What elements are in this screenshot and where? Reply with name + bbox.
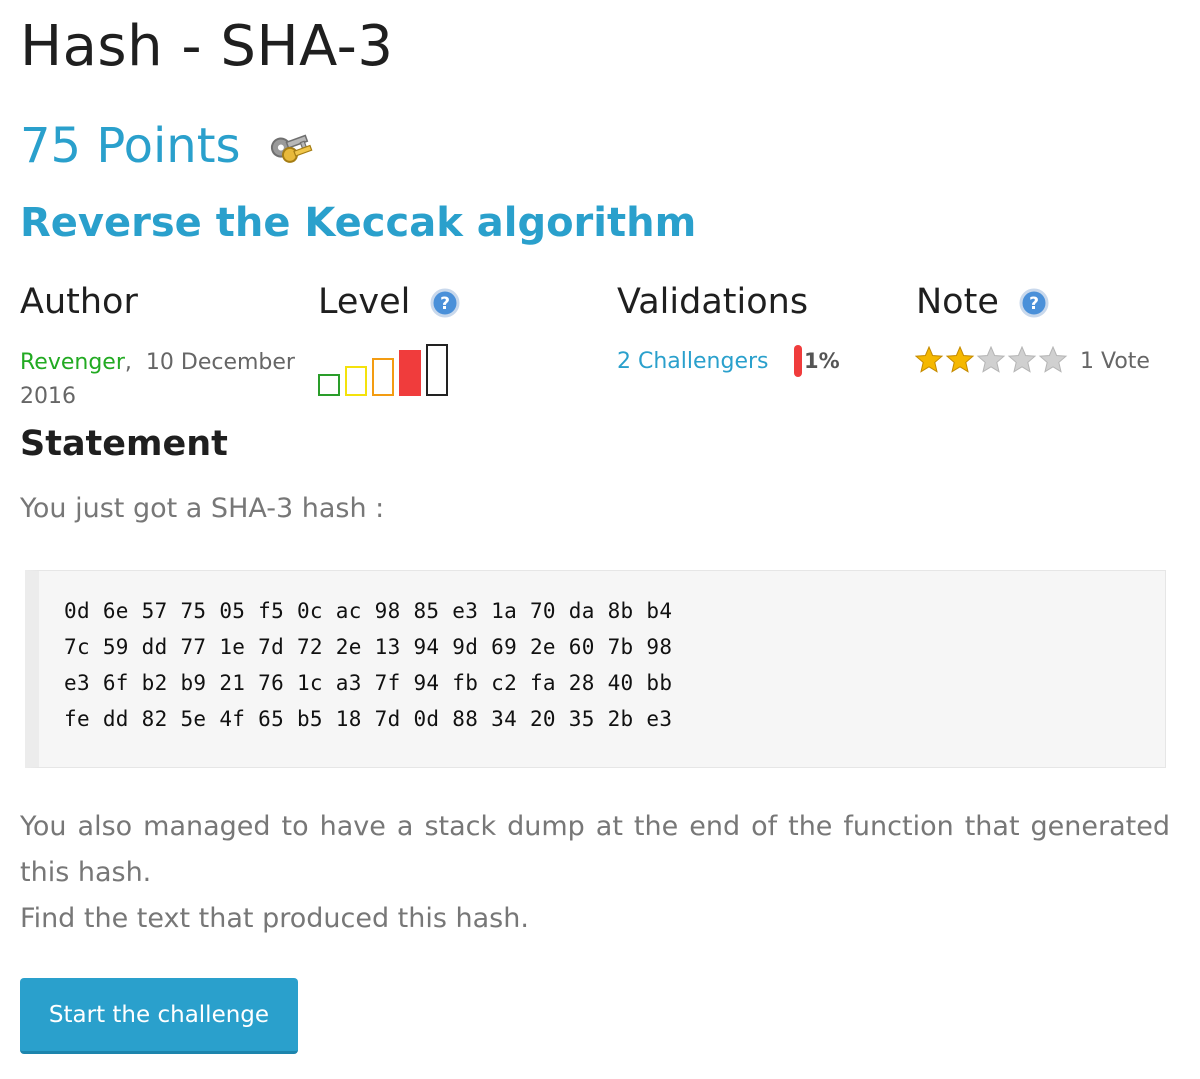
hash-line: e3 6f b2 b9 21 76 1c a3 7f 94 fb c2 fa 2… [64, 671, 673, 695]
author-separator: , [124, 350, 132, 375]
validation-percent-bar [794, 345, 802, 377]
statement-paragraph: Find the text that produced this hash. [20, 903, 529, 934]
level-bar [399, 350, 421, 396]
page-title: Hash - SHA-3 [20, 14, 394, 79]
star-icon[interactable] [915, 346, 944, 373]
hash-line: 0d 6e 57 75 05 f5 0c ac 98 85 e3 1a 70 d… [64, 599, 673, 623]
author-info: Revenger, 10 December 2016 [20, 346, 310, 414]
statement-lead: You just got a SHA-3 hash : [20, 493, 385, 524]
hash-line: 7c 59 dd 77 1e 7d 72 2e 13 94 9d 69 2e 6… [64, 635, 673, 659]
hash-code-block: 0d 6e 57 75 05 f5 0c ac 98 85 e3 1a 70 d… [25, 570, 1166, 768]
help-icon[interactable]: ? [430, 287, 460, 318]
star-icon[interactable] [1007, 346, 1037, 373]
author-heading-label: Author [20, 282, 138, 322]
statement-paragraph: You also managed to have a stack dump at… [20, 811, 1170, 888]
vote-count: 1 Vote [1080, 349, 1150, 374]
challengers-link[interactable]: 2 Challengers [617, 346, 769, 378]
level-heading: Level ? [318, 282, 460, 322]
level-bar [372, 358, 394, 396]
hash-line: fe dd 82 5e 4f 65 b5 18 7d 0d 88 34 20 3… [64, 707, 673, 731]
rating-stars[interactable] [915, 346, 1071, 374]
star-icon[interactable] [945, 346, 975, 373]
note-heading: Note ? [916, 282, 1049, 322]
author-link[interactable]: Revenger [20, 350, 125, 375]
challenge-subtitle: Reverse the Keccak algorithm [20, 200, 697, 246]
statement-heading: Statement [20, 424, 228, 464]
svg-text:?: ? [1029, 294, 1039, 314]
level-heading-label: Level [318, 282, 411, 322]
level-bar [318, 374, 340, 396]
level-indicator [318, 344, 448, 396]
level-bar [426, 344, 448, 396]
keys-icon [267, 122, 315, 170]
svg-text:?: ? [440, 294, 450, 314]
validations-heading-label: Validations [617, 282, 809, 322]
star-icon[interactable] [976, 346, 1006, 373]
help-icon[interactable]: ? [1019, 287, 1049, 318]
note-heading-label: Note [916, 282, 999, 322]
start-challenge-button[interactable]: Start the challenge [20, 978, 298, 1054]
points-value: 75 Points [20, 118, 241, 174]
validation-percent-text: 1% [804, 349, 840, 373]
star-icon[interactable] [1038, 346, 1068, 373]
level-bar [345, 366, 367, 396]
points-row: 75 Points [20, 118, 315, 174]
validation-percent: 1% [794, 345, 840, 377]
author-heading: Author [20, 282, 138, 322]
validations-heading: Validations [617, 282, 808, 322]
